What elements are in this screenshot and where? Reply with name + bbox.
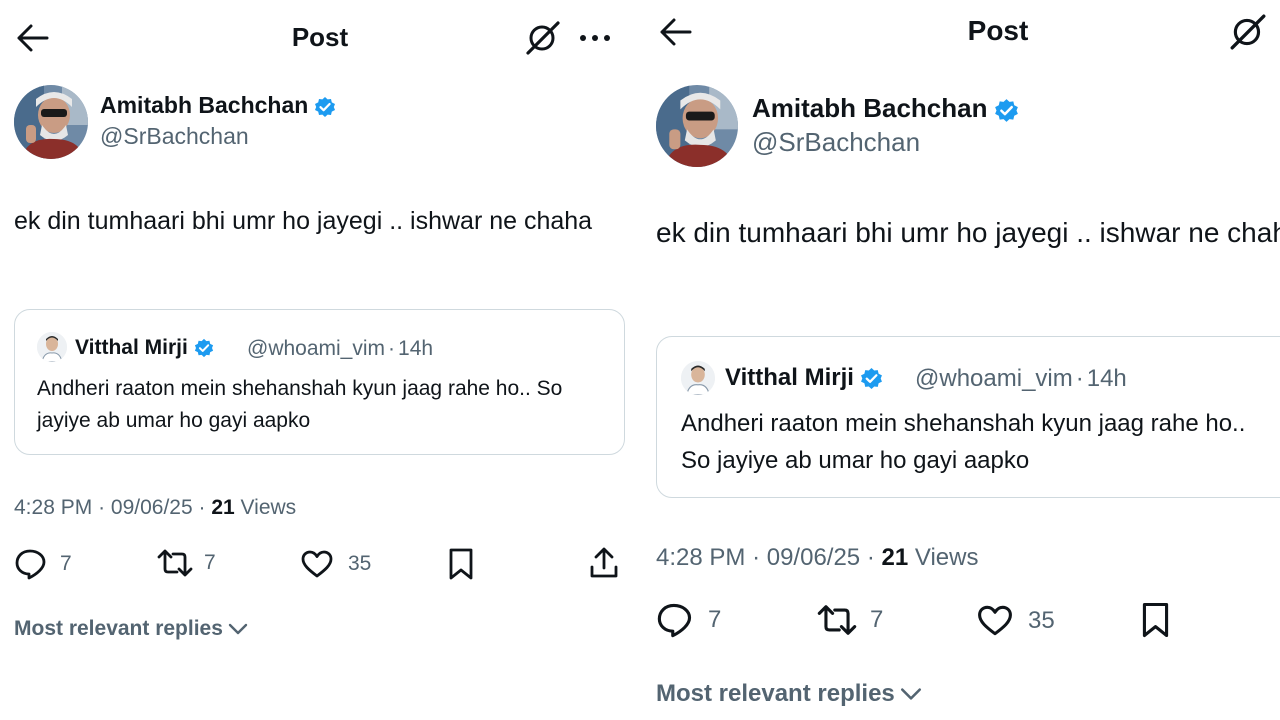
bookmark-button[interactable] — [447, 547, 475, 581]
quoted-author-avatar — [37, 332, 67, 362]
like-count: 35 — [1028, 606, 1055, 634]
post-screenshot-right: Post Amitabh Bachchan @SrBachchan ek din… — [640, 0, 1280, 720]
repost-button[interactable]: 7 — [156, 548, 216, 578]
page-title: Post — [291, 22, 349, 52]
meta-separator: · — [98, 496, 106, 519]
quoted-author-name-text: Vitthal Mirji — [725, 364, 854, 391]
reply-button[interactable]: 7 — [14, 548, 72, 580]
meta-separator: · — [198, 496, 206, 519]
quoted-time: 14h — [398, 337, 434, 360]
reply-count: 7 — [708, 606, 722, 633]
author-avatar[interactable] — [14, 85, 88, 159]
quoted-post-text: Andheri raaton mein shehanshah kyun jaag… — [681, 410, 1246, 474]
post-meta: 4:28 PM · 09/06/25 · 21 Views — [14, 496, 296, 520]
quoted-post-text: Andheri raaton mein shehanshah kyun jaag… — [37, 377, 563, 432]
grok-button[interactable] — [1228, 12, 1268, 57]
profile-photo-image — [14, 85, 88, 159]
repost-count: 7 — [204, 551, 216, 574]
more-options-button[interactable] — [578, 28, 612, 53]
views-label: Views — [914, 544, 979, 571]
repost-icon — [157, 549, 193, 577]
more-horizontal-icon — [580, 35, 610, 41]
quoted-author-name: Vitthal Mirji — [75, 336, 214, 360]
author-handle[interactable]: @SrBachchan — [752, 127, 920, 158]
quoted-post-card[interactable]: Vitthal Mirji @whoami_vim · 14h Andheri ra… — [656, 336, 1280, 498]
verified-badge-icon — [994, 98, 1018, 122]
quoted-separator: · — [388, 337, 396, 360]
like-button[interactable]: 35 — [300, 549, 371, 579]
replies-sort-label: Most relevant replies — [14, 617, 223, 640]
bookmark-icon — [449, 548, 473, 580]
reply-button[interactable]: 7 — [656, 602, 721, 638]
repost-button[interactable]: 7 — [816, 603, 883, 637]
views-count: 21 — [211, 496, 235, 519]
arrow-left-icon — [660, 18, 692, 46]
post-date: 09/06/25 — [766, 544, 861, 571]
quoted-time: 14h — [1086, 365, 1127, 392]
grok-button[interactable] — [524, 20, 562, 61]
bookmark-button[interactable] — [1140, 601, 1171, 639]
back-button[interactable] — [658, 16, 694, 53]
author-name-text: Amitabh Bachchan — [100, 92, 309, 118]
repost-icon — [817, 605, 857, 635]
quoted-author-name: Vitthal Mirji — [725, 364, 883, 392]
replies-sort-label: Most relevant replies — [656, 680, 895, 707]
share-button[interactable] — [588, 546, 620, 580]
reply-icon — [15, 549, 46, 580]
bookmark-icon — [1142, 602, 1169, 638]
share-icon — [590, 547, 618, 578]
quoted-profile-image — [37, 332, 67, 362]
page-title: Post — [967, 15, 1029, 46]
author-avatar[interactable] — [656, 85, 738, 167]
quoted-post-card[interactable]: Vitthal Mirji @whoami_vim · 14h Andheri ra… — [14, 309, 625, 455]
grok-icon — [526, 21, 560, 55]
chevron-down-icon — [900, 688, 921, 700]
post-date: 09/06/25 — [110, 496, 193, 519]
author-handle[interactable]: @SrBachchan — [100, 123, 249, 150]
heart-icon — [978, 605, 1012, 636]
quoted-handle: @whoami_vim — [915, 365, 1073, 392]
post-meta: 4:28 PM · 09/06/25 · 21 Views — [656, 544, 978, 572]
profile-photo-image — [656, 85, 738, 167]
quoted-separator: · — [1075, 365, 1084, 392]
quoted-profile-image — [681, 361, 715, 395]
repost-count: 7 — [870, 606, 884, 633]
reply-icon — [657, 603, 692, 638]
grok-icon — [1230, 14, 1266, 50]
verified-badge-icon — [860, 368, 882, 390]
like-count: 35 — [348, 552, 372, 575]
views-count: 21 — [881, 544, 909, 571]
tweet-text: ek din tumhaari bhi umr ho jayegi .. ish… — [656, 217, 1280, 248]
quoted-author-name-text: Vitthal Mirji — [75, 336, 188, 359]
reply-count: 7 — [60, 552, 72, 575]
post-time: 4:28 PM — [656, 544, 746, 571]
quoted-handle: @whoami_vim — [247, 337, 386, 360]
post-screenshot-left: Post Amitabh Bachchan @SrBachchan ek din… — [0, 0, 640, 720]
meta-separator: · — [866, 544, 875, 571]
tweet-text: ek din tumhaari bhi umr ho jayegi .. ish… — [14, 207, 593, 235]
verified-badge-icon — [315, 96, 336, 117]
replies-sort-dropdown[interactable]: Most relevant replies — [14, 617, 249, 641]
quoted-author-avatar — [681, 361, 715, 395]
views-label: Views — [240, 496, 297, 519]
back-button[interactable] — [16, 22, 50, 59]
post-time: 4:28 PM — [14, 496, 93, 519]
arrow-left-icon — [17, 24, 49, 52]
chevron-down-icon — [228, 623, 248, 635]
meta-separator: · — [752, 544, 761, 571]
verified-badge-icon — [194, 339, 213, 358]
replies-sort-dropdown[interactable]: Most relevant replies — [656, 680, 923, 708]
heart-icon — [301, 550, 333, 578]
quoted-handle-time: @whoami_vim · 14h — [915, 365, 1127, 393]
author-name[interactable]: Amitabh Bachchan — [100, 92, 336, 119]
author-name[interactable]: Amitabh Bachchan — [752, 93, 1019, 124]
quoted-handle-time: @whoami_vim · 14h — [247, 337, 433, 361]
author-name-text: Amitabh Bachchan — [752, 93, 988, 123]
like-button[interactable]: 35 — [976, 604, 1055, 637]
